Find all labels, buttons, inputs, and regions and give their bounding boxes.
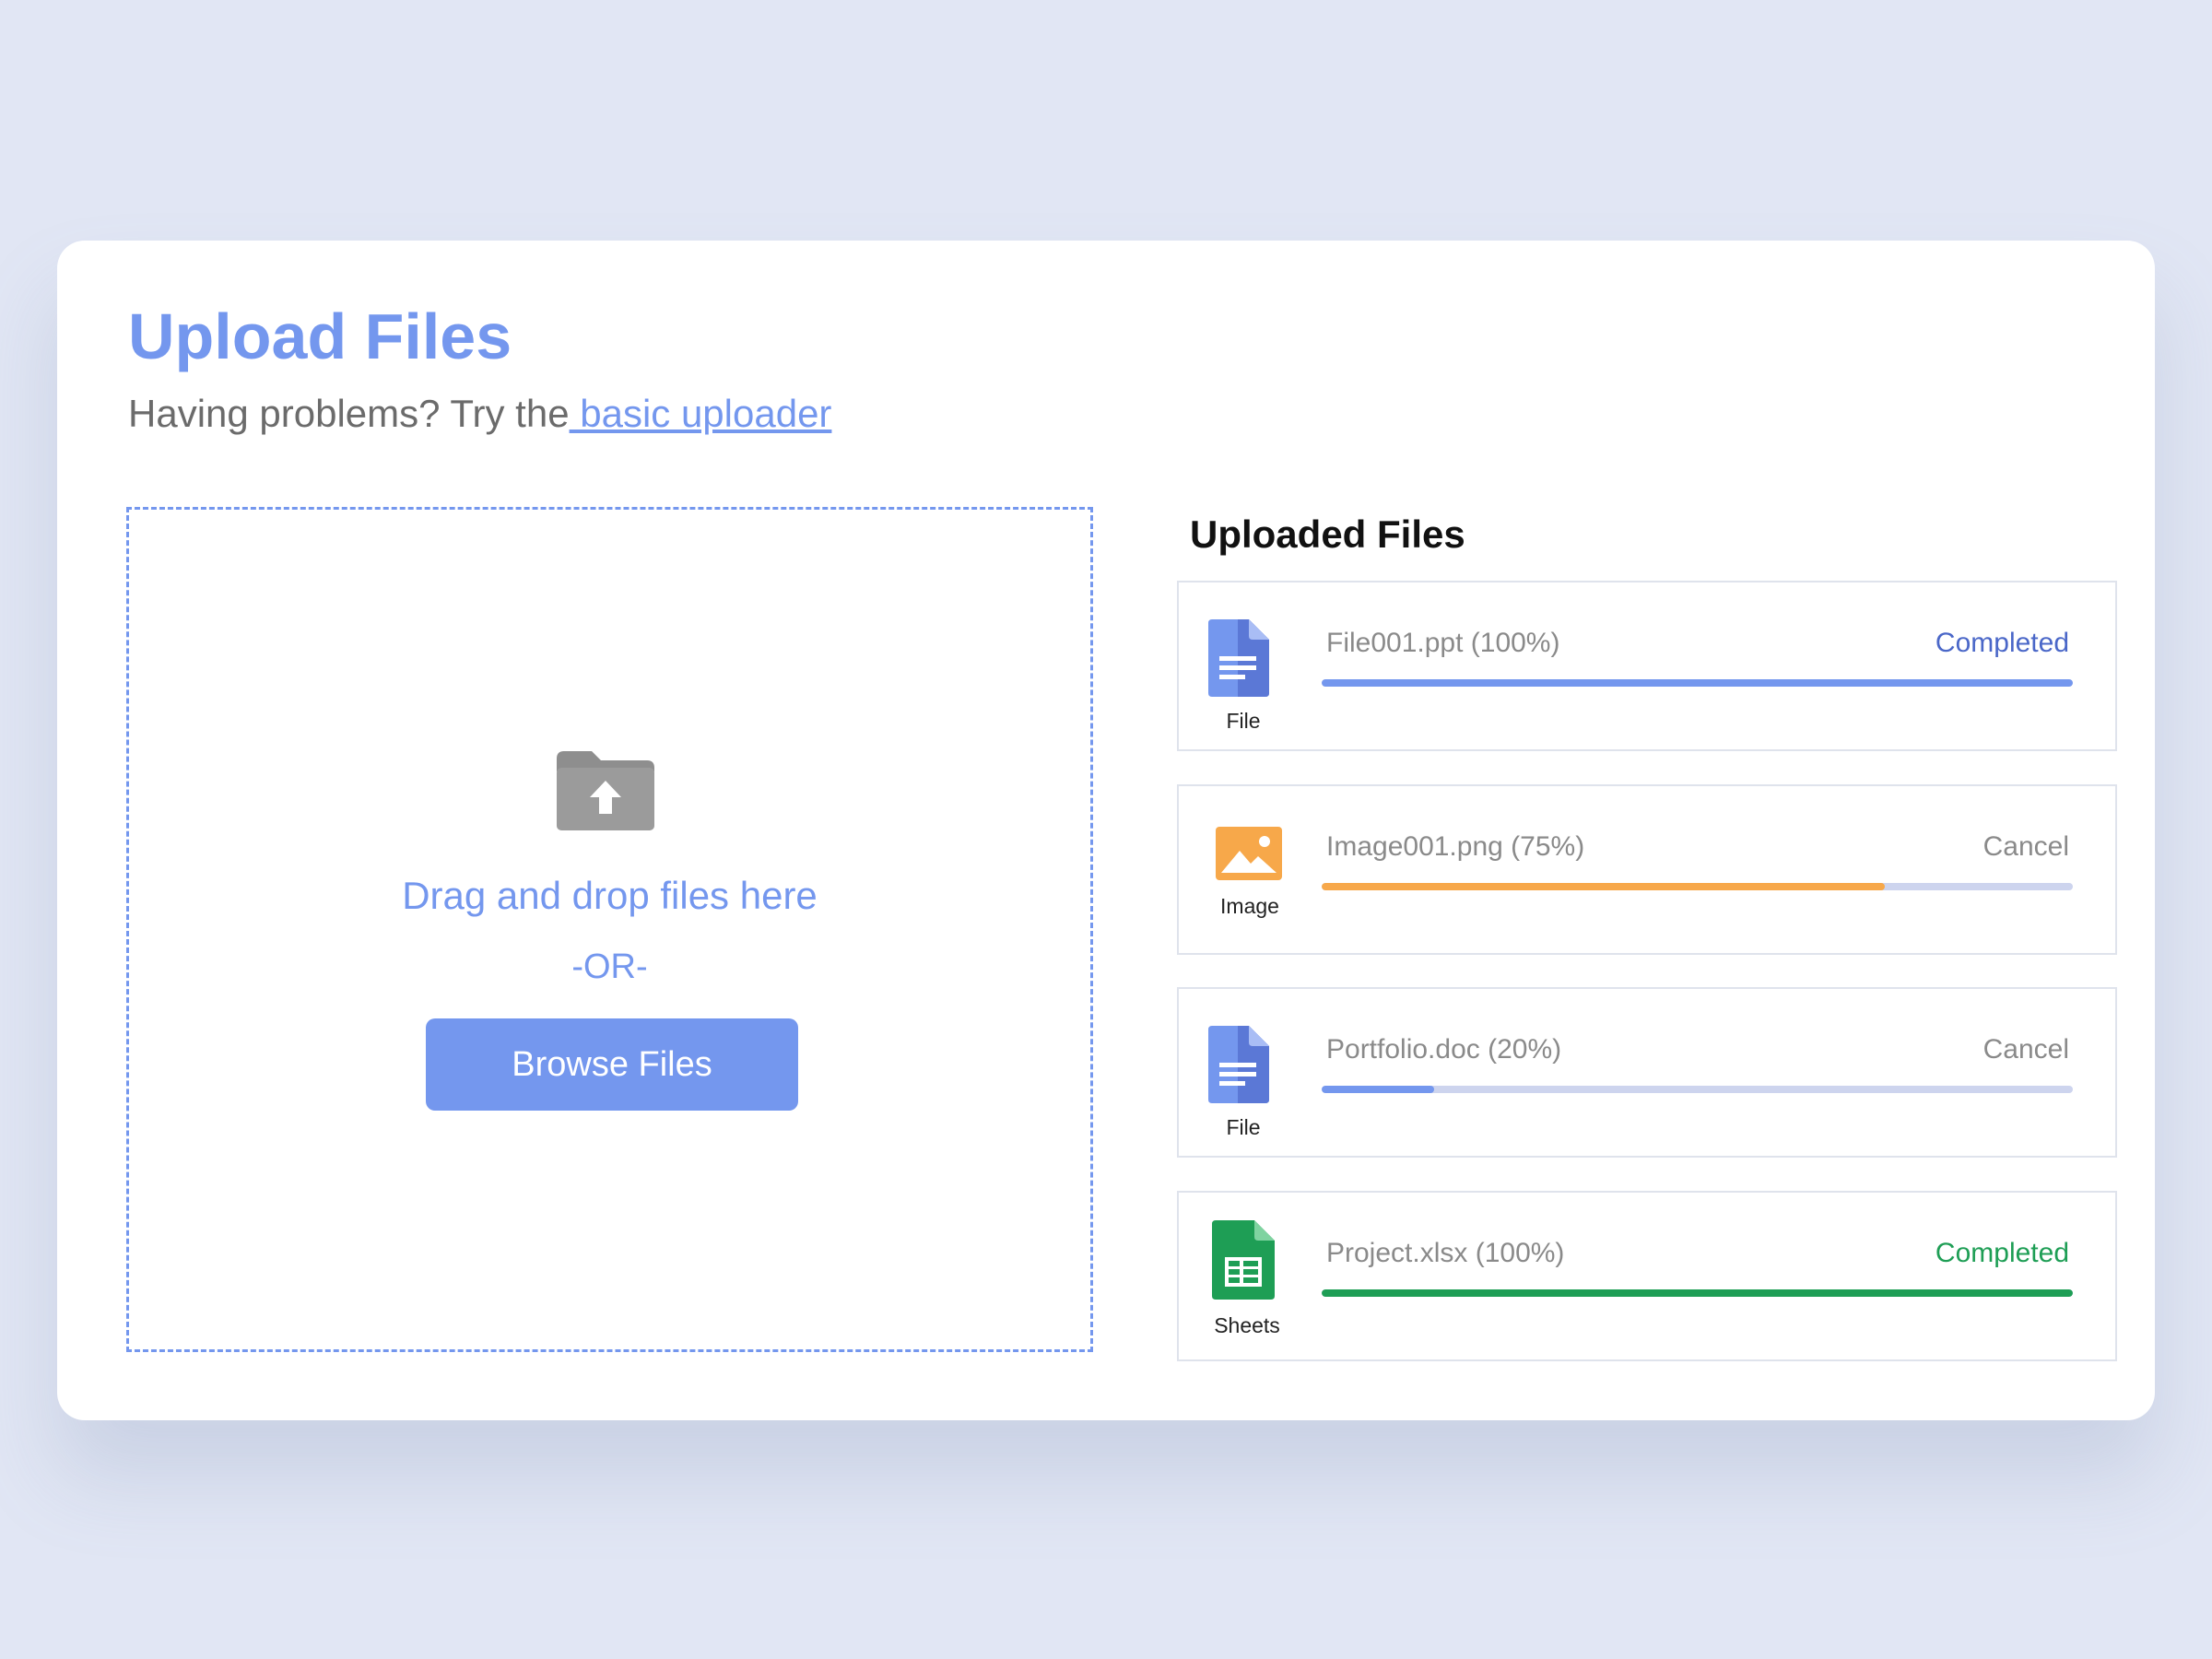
progress-fill	[1322, 1289, 2073, 1297]
docs-file-icon	[1208, 619, 1269, 697]
sheets-icon	[1212, 1220, 1275, 1300]
drop-zone[interactable]: Drag and drop files here -OR- Browse Fil…	[126, 507, 1093, 1352]
help-text: Having problems? Try the basic uploader	[128, 390, 831, 438]
file-item: File File001.ppt (100%) Completed	[1177, 581, 2117, 751]
file-item: File Portfolio.doc (20%) Cancel	[1177, 987, 2117, 1158]
file-type-label: Image	[1220, 894, 1279, 918]
file-name: Project.xlsx (100%)	[1326, 1238, 1565, 1268]
file-item: Sheets Project.xlsx (100%) Completed	[1177, 1191, 2117, 1361]
basic-uploader-link[interactable]: basic uploader	[570, 392, 831, 435]
drag-drop-text: Drag and drop files here	[402, 874, 818, 917]
file-name: Image001.png (75%)	[1326, 831, 1585, 862]
browse-files-button[interactable]: Browse Files	[426, 1018, 798, 1111]
image-icon	[1216, 827, 1282, 880]
help-text-prefix: Having problems? Try the	[128, 392, 570, 435]
progress-bar	[1322, 679, 2073, 687]
cancel-button[interactable]: Cancel	[1983, 830, 2069, 864]
page-title: Upload Files	[128, 300, 512, 372]
or-separator: -OR-	[571, 947, 648, 986]
file-type-label: File	[1226, 709, 1261, 733]
file-name: Portfolio.doc (20%)	[1326, 1034, 1562, 1065]
completed-status[interactable]: Completed	[1936, 627, 2069, 660]
progress-bar	[1322, 1086, 2073, 1093]
file-name: File001.ppt (100%)	[1326, 628, 1560, 658]
progress-fill	[1322, 679, 2073, 687]
uploaded-files-title: Uploaded Files	[1190, 512, 1465, 556]
folder-upload-icon	[557, 751, 654, 830]
cancel-button[interactable]: Cancel	[1983, 1033, 2069, 1066]
progress-fill	[1322, 883, 1886, 890]
docs-file-icon	[1208, 1026, 1269, 1103]
upload-card: Upload Files Having problems? Try the ba…	[57, 241, 2155, 1420]
file-type-label: Sheets	[1214, 1313, 1280, 1337]
progress-bar	[1322, 1289, 2073, 1297]
file-item: Image Image001.png (75%) Cancel	[1177, 784, 2117, 955]
completed-status[interactable]: Completed	[1936, 1237, 2069, 1270]
progress-fill	[1322, 1086, 1435, 1093]
file-type-label: File	[1226, 1115, 1261, 1139]
progress-bar	[1322, 883, 2073, 890]
